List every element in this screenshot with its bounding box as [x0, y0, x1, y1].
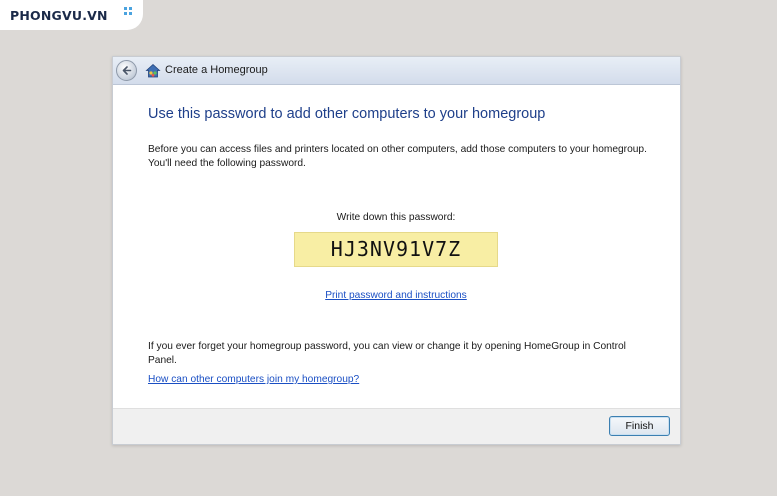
dialog-footer: Finish [113, 408, 680, 444]
back-button[interactable] [116, 60, 137, 81]
watermark-text: PHONGVU.VN [10, 8, 108, 23]
create-homegroup-window: Create a Homegroup Use this password to … [112, 56, 681, 445]
watermark: PHONGVU.VN [0, 0, 143, 30]
password-label: Write down this password: [336, 212, 456, 223]
dots-icon [124, 7, 132, 15]
finish-button[interactable]: Finish [609, 416, 670, 436]
print-password-link[interactable]: Print password and instructions [113, 290, 679, 301]
homegroup-icon [145, 63, 161, 78]
title-bar: Create a Homegroup [113, 57, 680, 85]
join-homegroup-help-link[interactable]: How can other computers join my homegrou… [148, 374, 359, 385]
page-heading: Use this password to add other computers… [148, 106, 546, 122]
intro-text: Before you can access files and printers… [148, 144, 647, 169]
back-arrow-icon [122, 66, 132, 75]
window-title: Create a Homegroup [165, 64, 268, 76]
forget-password-text: If you ever forget your homegroup passwo… [148, 341, 626, 366]
password-display: HJ3NV91V7Z [294, 232, 498, 267]
